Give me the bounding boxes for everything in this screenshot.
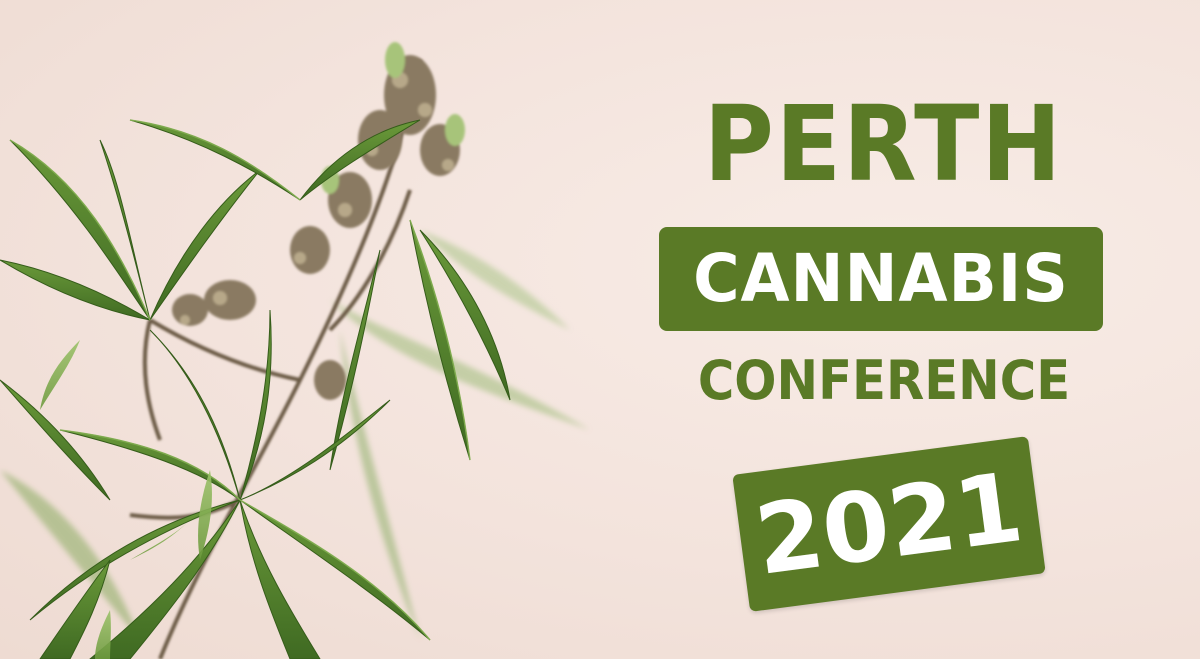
title-line-cannabis: CANNABIS	[693, 240, 1069, 317]
title-line-conference: CONFERENCE	[697, 349, 1071, 412]
title-line-perth: PERTH	[703, 83, 1064, 205]
banner: PERTH CANNABIS CONFERENCE 2021	[0, 0, 1200, 659]
cannabis-plant-image	[0, 42, 590, 659]
title-band-cannabis: CANNABIS	[659, 227, 1103, 331]
year-badge: 2021	[732, 436, 1046, 612]
year-text: 2021	[749, 451, 1029, 597]
